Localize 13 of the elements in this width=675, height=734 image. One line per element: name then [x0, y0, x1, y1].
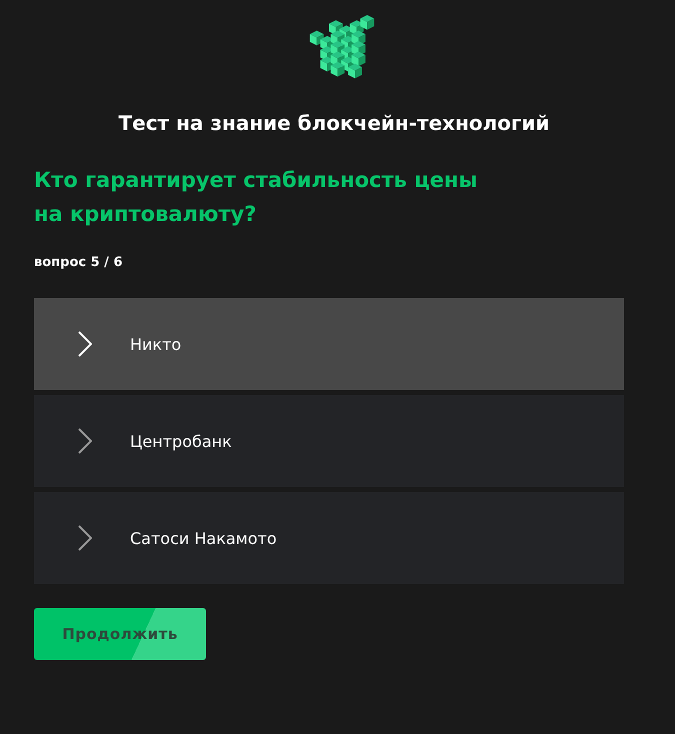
question-counter: вопрос 5 / 6	[34, 255, 124, 270]
answer-label: Сатоси Накамото	[130, 528, 277, 548]
answer-option[interactable]: Центробанк	[34, 395, 624, 487]
answer-option[interactable]: Сатоси Накамото	[34, 492, 624, 584]
answer-option[interactable]: Никто	[34, 298, 624, 390]
chevron-right-icon	[78, 331, 92, 357]
question-text: Кто гарантирует стабильность цены на криптовалюту?	[34, 167, 479, 228]
quiz-title: Тест на знание блокчейн-технологий	[117, 111, 551, 135]
chevron-right-icon	[78, 428, 92, 454]
chevron-right-icon	[78, 525, 92, 551]
answer-label: Центробанк	[130, 432, 232, 450]
continue-button[interactable]: Продолжить	[34, 608, 206, 660]
answer-label: Никто	[130, 334, 182, 354]
